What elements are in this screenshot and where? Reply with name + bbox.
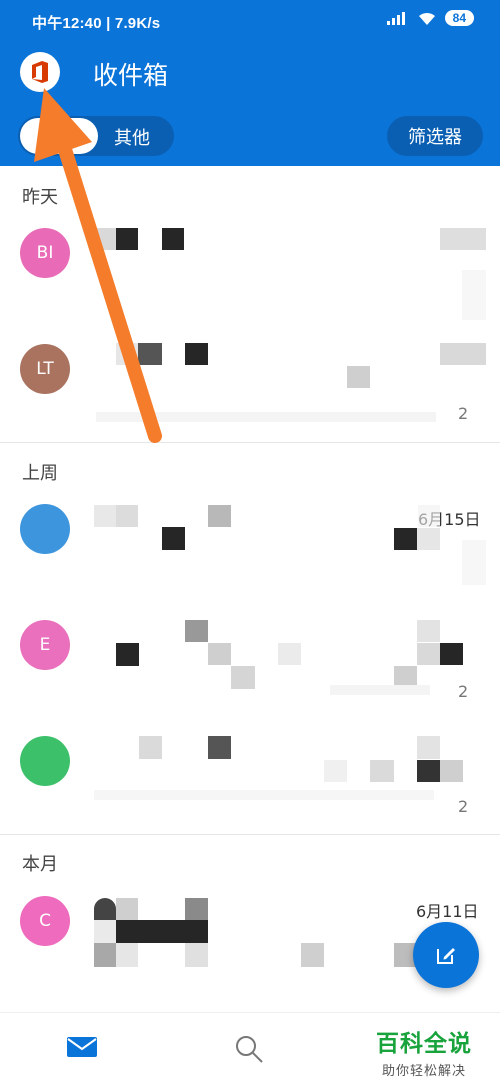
nav-search-tab[interactable] [233, 1033, 265, 1069]
redacted-block [208, 736, 231, 759]
tab-other[interactable]: 其他 [114, 124, 150, 150]
redacted-block [324, 760, 347, 782]
redacted-block [417, 528, 440, 550]
redacted-block [138, 343, 162, 365]
signal-icon [386, 12, 405, 25]
compose-icon [437, 948, 455, 964]
redacted-block [440, 228, 486, 250]
avatar: E [20, 620, 70, 670]
redacted-block [185, 620, 208, 642]
avatar: BI [20, 228, 70, 278]
redacted-block [278, 643, 301, 665]
filter-button[interactable]: 筛选器 [387, 116, 483, 156]
redacted-block [417, 736, 440, 759]
avatar [20, 504, 70, 554]
redacted-block [94, 505, 116, 527]
app-header: 中午12:40 | 7.9K/s 84 收件箱 其他 筛选器 [0, 0, 500, 166]
avatar: LT [20, 344, 70, 394]
redacted-block [208, 505, 231, 527]
redacted-block [440, 643, 463, 665]
redacted-block [185, 898, 208, 920]
battery-indicator: 84 [444, 10, 474, 26]
avatar [20, 736, 70, 786]
message-date: 6月11日 [416, 902, 479, 921]
redacted-block [94, 898, 116, 920]
redacted-block [370, 760, 394, 782]
wifi-icon [418, 12, 435, 25]
redacted-block [162, 527, 185, 550]
redacted-block [440, 343, 486, 365]
redacted-snippet [94, 790, 434, 800]
redacted-block [94, 943, 116, 967]
redacted-block [185, 343, 208, 365]
redacted-block [116, 898, 138, 920]
status-time-speed: 中午12:40 | 7.9K/s [32, 15, 161, 32]
search-icon [236, 1036, 263, 1063]
status-bar: 中午12:40 | 7.9K/s 84 [0, 0, 500, 42]
redacted-block [94, 920, 116, 943]
redacted-block [139, 736, 162, 759]
page-title: 收件箱 [93, 61, 169, 90]
compose-button[interactable] [413, 922, 479, 988]
nav-mail-tab[interactable] [66, 1035, 98, 1063]
thread-count: 2 [458, 797, 469, 816]
section-header-this-month: 本月 [22, 854, 58, 875]
redacted-snippet [330, 685, 430, 695]
redacted-block [116, 505, 138, 527]
section-divider [0, 834, 500, 835]
redacted-block [116, 228, 138, 250]
watermark-title: 百科全说 [376, 1031, 472, 1057]
redacted-block [417, 620, 440, 642]
thread-count: 2 [458, 682, 469, 701]
mail-icon [67, 1037, 97, 1057]
redacted-block [417, 760, 440, 782]
redacted-block [394, 528, 417, 550]
section-header-last-week: 上周 [22, 463, 58, 484]
redacted-block [231, 666, 255, 689]
tab-focused[interactable] [20, 118, 98, 154]
redacted-block [462, 270, 486, 320]
redacted-snippet [96, 412, 436, 422]
inbox-tab-switch: 其他 [18, 116, 174, 156]
redacted-block [208, 643, 231, 665]
redacted-block [116, 943, 138, 967]
redacted-block [418, 505, 440, 527]
redacted-block [185, 943, 208, 967]
redacted-block [116, 343, 138, 365]
section-divider [0, 442, 500, 443]
redacted-block [440, 760, 463, 782]
office-logo-icon[interactable] [20, 52, 60, 92]
redacted-block [301, 943, 324, 967]
watermark-subtitle: 助你轻松解决 [382, 1064, 467, 1079]
redacted-block [462, 540, 486, 585]
redacted-block [94, 228, 116, 250]
avatar: C [20, 896, 70, 946]
watermark: 百科全说 助你轻松解决 [376, 1024, 472, 1079]
section-header-yesterday: 昨天 [22, 187, 58, 208]
redacted-block [116, 643, 139, 666]
status-icons: 84 [386, 10, 474, 26]
redacted-block [162, 228, 184, 250]
redacted-block [417, 643, 440, 665]
thread-count: 2 [458, 404, 469, 423]
redacted-block [116, 920, 208, 943]
redacted-block [347, 366, 370, 388]
